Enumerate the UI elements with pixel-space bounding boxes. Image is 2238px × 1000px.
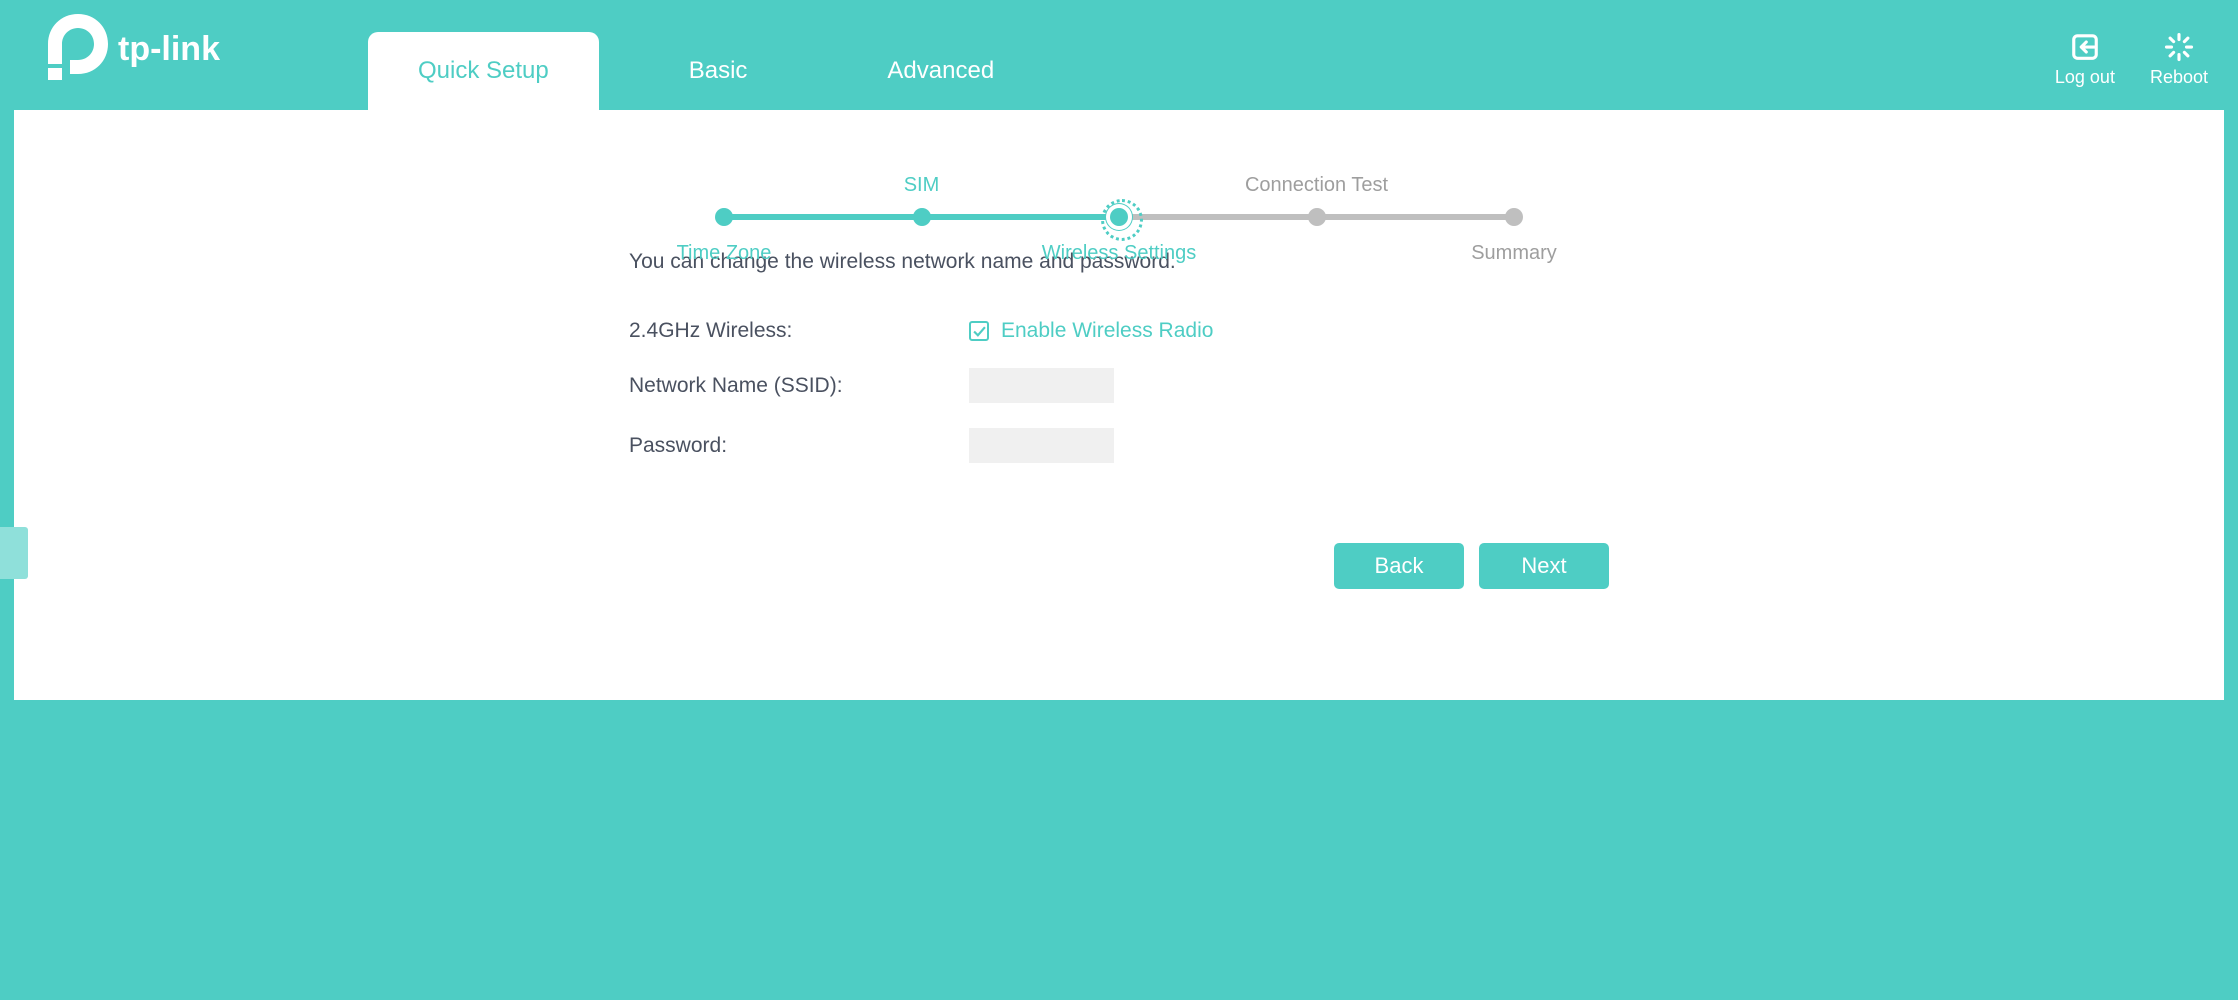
tab-advanced[interactable]: Advanced (837, 32, 1044, 110)
tab-quick-setup[interactable]: Quick Setup (368, 32, 599, 110)
step-dot-wireless (1110, 208, 1128, 226)
tabs: Quick Setup Basic Advanced (368, 32, 2055, 110)
label-24ghz: 2.4GHz Wireless: (629, 319, 969, 343)
logout-label: Log out (2055, 67, 2115, 88)
brand-logo: tp-link (48, 14, 238, 80)
back-button[interactable]: Back (1334, 543, 1464, 589)
row-ssid: Network Name (SSID): (629, 368, 1619, 403)
step-label-sim: SIM (904, 174, 940, 197)
tab-label: Basic (689, 57, 748, 84)
enable-radio-checkbox[interactable] (969, 321, 989, 341)
step-label-timezone: Time Zone (677, 242, 772, 265)
row-24ghz: 2.4GHz Wireless: Enable Wireless Radio (629, 319, 1619, 343)
content: Time Zone SIM Wireless Settings Connecti… (14, 110, 2224, 700)
reboot-button[interactable]: Reboot (2150, 32, 2208, 88)
content-wrapper: Time Zone SIM Wireless Settings Connecti… (0, 110, 2238, 714)
tab-basic[interactable]: Basic (639, 32, 798, 110)
step-dot-connection-test (1308, 208, 1326, 226)
reboot-icon (2164, 32, 2194, 62)
reboot-label: Reboot (2150, 67, 2208, 88)
logout-icon (2070, 32, 2100, 62)
label-password: Password: (629, 434, 969, 458)
next-button-label: Next (1521, 553, 1566, 578)
step-dot-sim (913, 208, 931, 226)
header-actions: Log out Reboot (2055, 32, 2208, 88)
back-button-label: Back (1375, 553, 1424, 578)
button-row: Back Next (619, 543, 1619, 589)
form-area: You can change the wireless network name… (619, 250, 1619, 463)
password-input[interactable] (969, 428, 1114, 463)
step-dot-timezone (715, 208, 733, 226)
step-label-wireless: Wireless Settings (1042, 242, 1197, 265)
header: tp-link Quick Setup Basic Advanced Log o… (0, 0, 2238, 110)
check-icon (973, 325, 986, 338)
step-label-connection-test: Connection Test (1245, 174, 1388, 197)
label-ssid: Network Name (SSID): (629, 374, 969, 398)
enable-radio-control: Enable Wireless Radio (969, 319, 1213, 343)
next-button[interactable]: Next (1479, 543, 1609, 589)
tab-label: Advanced (887, 57, 994, 84)
enable-radio-label: Enable Wireless Radio (1001, 319, 1213, 343)
tab-label: Quick Setup (418, 57, 549, 84)
brand-name-text: tp-link (118, 30, 220, 68)
logout-button[interactable]: Log out (2055, 32, 2115, 88)
ssid-input[interactable] (969, 368, 1114, 403)
side-collapse-tab[interactable] (0, 527, 28, 579)
row-password: Password: (629, 428, 1619, 463)
step-dot-summary (1505, 208, 1523, 226)
step-label-summary: Summary (1471, 242, 1557, 265)
